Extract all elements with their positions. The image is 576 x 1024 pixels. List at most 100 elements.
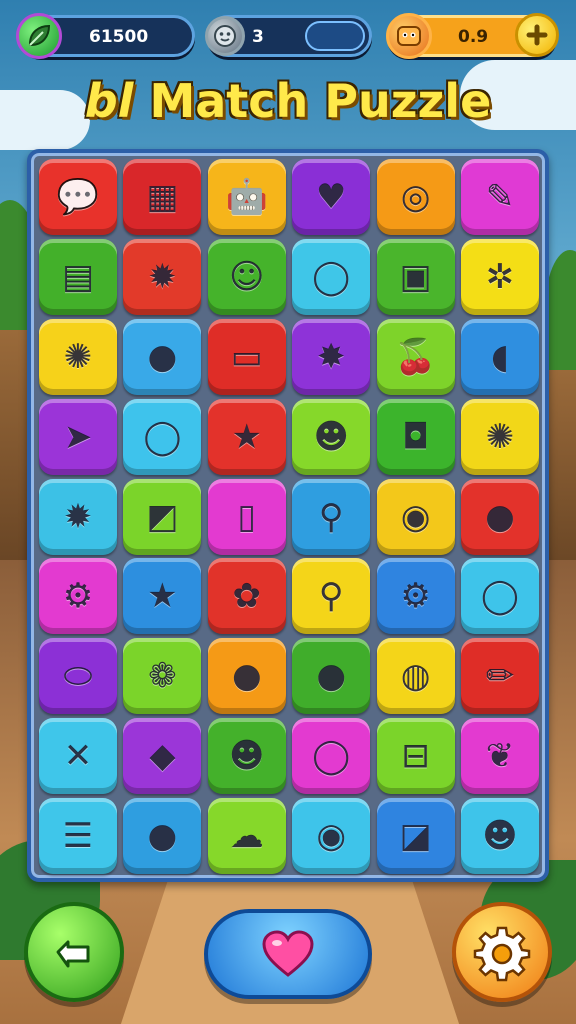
- moves-value: 3: [252, 27, 264, 47]
- tile[interactable]: ✿: [207, 558, 286, 635]
- coins-value: 0.9: [458, 27, 489, 47]
- tile[interactable]: ❦: [460, 718, 539, 795]
- tile[interactable]: ▦: [123, 159, 202, 235]
- tile-grid: 💬 ▦ 🤖 ♥ ◎ ✎ ▤ ✹ ☺ ◯ ▣ ✲ ✺ ● ▭ ✸ 🍒 ◖ ➤ ◯ ★ ☻ ◘ ✺ ✹ ◩ ▯ ⚲ ◉ ● ⚙ ★ ✿ ⚲ ⚙ ◯ ⬭ ❁ ● ●…: [39, 159, 539, 875]
- tile[interactable]: 🤖: [207, 159, 286, 235]
- tile[interactable]: ●: [292, 638, 371, 715]
- star-face-icon: ★: [147, 576, 178, 617]
- frog-chat-icon: ☻: [482, 816, 518, 857]
- cog-icon: ⚙: [62, 576, 94, 617]
- drill-icon: ◆: [149, 736, 176, 777]
- tile[interactable]: ✸: [292, 318, 371, 395]
- tile[interactable]: ★: [123, 558, 202, 635]
- lemon-icon: ◍: [400, 656, 431, 697]
- lens-icon: ◯: [312, 736, 351, 777]
- flower-gear-icon: ❁: [148, 656, 177, 697]
- monster-icon: ◉: [400, 496, 431, 537]
- tile[interactable]: ➤: [39, 398, 117, 475]
- tile[interactable]: ⚲: [292, 558, 371, 635]
- flower-chart-icon: ✿: [232, 576, 262, 617]
- tile[interactable]: ◘: [376, 398, 455, 475]
- gear-icon: ⚙: [400, 576, 431, 617]
- tile[interactable]: ◎: [376, 159, 455, 235]
- tile[interactable]: ◪: [376, 798, 455, 875]
- cross-icon: ✕: [63, 736, 93, 777]
- tile[interactable]: ❁: [123, 638, 202, 715]
- add-coins-button[interactable]: [515, 13, 559, 57]
- top-bar: 61500 3 0.9: [0, 0, 576, 72]
- heart-button[interactable]: [204, 909, 372, 999]
- tile[interactable]: ☺: [207, 238, 286, 315]
- gear-icon: [473, 926, 531, 982]
- tile[interactable]: ✎: [460, 159, 539, 235]
- tile[interactable]: ★: [207, 398, 286, 475]
- title-prefix: bl: [84, 74, 134, 128]
- ticket-icon: ▭: [230, 336, 263, 377]
- tile[interactable]: ✹: [39, 478, 117, 555]
- arrow-star-icon: ➤: [63, 416, 93, 457]
- feather-ball-icon: ◉: [316, 816, 346, 857]
- tile[interactable]: ✲: [460, 238, 539, 315]
- chart-icon: ◩: [146, 496, 179, 537]
- fish-icon: ◖: [490, 336, 509, 377]
- robot-face-icon: 🤖: [225, 177, 268, 217]
- tile[interactable]: ▯: [207, 478, 286, 555]
- tile[interactable]: ☰: [39, 798, 117, 875]
- tile[interactable]: ◯: [123, 398, 202, 475]
- bottom-bar: [0, 892, 576, 1024]
- star-icon: ★: [231, 416, 263, 457]
- plus-icon: [526, 24, 548, 46]
- tile[interactable]: ⬭: [39, 638, 117, 715]
- pin-icon: ⚲: [318, 576, 344, 617]
- tile[interactable]: 💬: [39, 159, 117, 235]
- pencil-icon: ✏: [485, 656, 515, 697]
- tile[interactable]: ♥: [292, 159, 371, 235]
- smiley-icon: ☺: [229, 256, 265, 297]
- tile[interactable]: ◯: [292, 718, 371, 795]
- title-text: Match Puzzle: [149, 74, 492, 128]
- tile[interactable]: ✕: [39, 718, 117, 795]
- score-value: 61500: [89, 27, 149, 47]
- tile[interactable]: ◍: [376, 638, 455, 715]
- settings-button[interactable]: [452, 902, 552, 1002]
- tile[interactable]: ⚙: [39, 558, 117, 635]
- tile[interactable]: ◩: [123, 478, 202, 555]
- tile[interactable]: ☻: [207, 718, 286, 795]
- tile[interactable]: ☻: [460, 798, 539, 875]
- tile[interactable]: ●: [123, 318, 202, 395]
- star-badge-icon: ✸: [316, 336, 346, 377]
- blob-face-icon: ☻: [313, 416, 349, 457]
- tile[interactable]: ✺: [460, 398, 539, 475]
- tile[interactable]: ◉: [376, 478, 455, 555]
- edit-square-icon: ◪: [399, 816, 432, 857]
- tile[interactable]: ☁: [207, 798, 286, 875]
- back-button[interactable]: [24, 902, 124, 1002]
- tile[interactable]: ✏: [460, 638, 539, 715]
- tile[interactable]: ▣: [376, 238, 455, 315]
- coin-face-icon: [386, 13, 432, 59]
- tile[interactable]: ⚙: [376, 558, 455, 635]
- tile[interactable]: ▤: [39, 238, 117, 315]
- tile[interactable]: 🍒: [376, 318, 455, 395]
- tile[interactable]: ●: [460, 478, 539, 555]
- tile[interactable]: ●: [123, 798, 202, 875]
- back-arrow-icon: [56, 940, 90, 968]
- tile[interactable]: ✹: [123, 238, 202, 315]
- tile[interactable]: ◆: [123, 718, 202, 795]
- tile[interactable]: ●: [207, 638, 286, 715]
- tile[interactable]: ▭: [207, 318, 286, 395]
- speech-bubble-icon: 💬: [56, 177, 100, 217]
- calendar-icon: ▦: [146, 177, 179, 217]
- tile[interactable]: ◉: [292, 798, 371, 875]
- ring-icon: ◎: [400, 177, 431, 217]
- tile[interactable]: ✺: [39, 318, 117, 395]
- tile[interactable]: ◯: [460, 558, 539, 635]
- tile[interactable]: ☻: [292, 398, 371, 475]
- tile[interactable]: ◖: [460, 318, 539, 395]
- tile[interactable]: ◯: [292, 238, 371, 315]
- tile[interactable]: ⚲: [292, 478, 371, 555]
- treasure-chest-icon: ▤: [61, 256, 95, 297]
- crate-icon: ▣: [399, 256, 432, 297]
- tile[interactable]: ⊟: [376, 718, 455, 795]
- game-title: bl Match Puzzle: [0, 74, 576, 134]
